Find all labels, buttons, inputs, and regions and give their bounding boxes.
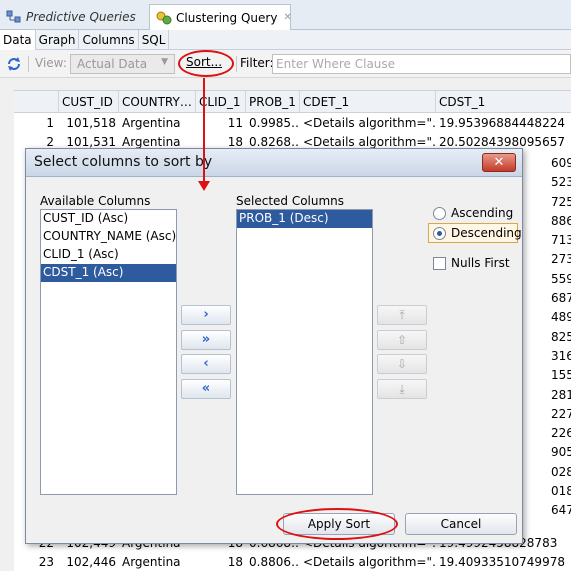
column-header[interactable]: COUNTRY… (119, 91, 196, 113)
row-number: 23 (38, 555, 54, 569)
cell-cdst: 19.95396884448224 (439, 116, 565, 130)
tab-sql[interactable]: SQL (139, 30, 170, 50)
toolbar: View: Actual Data ▼ Sort... Filter: Ente… (0, 50, 571, 78)
cdst-fragment: 90503 (551, 445, 571, 460)
cdst-fragment: 22733 (551, 406, 571, 421)
cancel-button[interactable]: Cancel (405, 513, 517, 535)
list-item[interactable]: PROB_1 (Desc) (237, 210, 372, 228)
document-tab-bar: Predictive Queries Clustering Query ✕ (0, 0, 571, 30)
dialog-title: Select columns to sort by (34, 154, 213, 170)
available-columns-list[interactable]: CUST_ID (Asc) COUNTRY_NAME (Asc) CLID_1 … (40, 209, 177, 495)
row-number: 1 (46, 116, 54, 130)
list-item[interactable]: CLID_1 (Asc) (41, 246, 176, 264)
tab-label: Clustering Query (176, 10, 278, 25)
view-label: View: (35, 56, 67, 70)
annotation-arrow-line (203, 78, 205, 183)
cdst-fragment: 52303 (551, 175, 571, 190)
cell-cust-id: 102,446 (66, 555, 116, 569)
toolbar-separator (28, 56, 29, 72)
tab-clustering-query[interactable]: Clustering Query ✕ (149, 4, 292, 30)
cell-cdet: <Details algorithm="… (303, 555, 436, 569)
move-all-right-button[interactable]: » (181, 330, 231, 350)
column-header[interactable]: CDST_1 (436, 91, 571, 113)
cdst-fragment: 6871 (551, 291, 571, 306)
move-left-button[interactable]: ‹ (181, 354, 231, 374)
cdst-fragment: 2818 (551, 387, 571, 402)
hidden-cdst-fragments: 60985 52303 7256 8868 71393 27365 55935 … (551, 154, 571, 544)
move-all-left-button[interactable]: « (181, 379, 231, 399)
sub-tab-bar: Data Graph Columns SQL (0, 30, 571, 50)
cdst-fragment: 64778 (551, 503, 571, 518)
move-right-button[interactable]: › (181, 305, 231, 325)
sort-annotation-circle (178, 50, 234, 77)
cdst-fragment: 02862 (551, 464, 571, 479)
cdst-fragment: 60985 (551, 156, 571, 170)
cdst-fragment: 27365 (551, 252, 571, 267)
filter-label: Filter: (240, 56, 274, 70)
close-tab-icon[interactable]: ✕ (283, 12, 291, 23)
view-select-value: Actual Data (77, 57, 148, 71)
cell-prob: 0.8806… (249, 555, 300, 569)
tab-label: Predictive Queries (26, 10, 136, 24)
list-item[interactable]: COUNTRY_NAME (Asc) (41, 228, 176, 246)
column-header[interactable]: PROB_1 (246, 91, 300, 113)
annotation-arrow-head (198, 181, 210, 191)
cdst-fragment: 1557 (551, 368, 571, 383)
cdst-fragment: 55935 (551, 271, 571, 286)
tab-columns[interactable]: Columns (79, 30, 139, 50)
filter-input[interactable]: Enter Where Clause (272, 54, 571, 74)
tab-graph[interactable]: Graph (36, 30, 80, 50)
selected-columns-label: Selected Columns (236, 194, 345, 208)
cdst-fragment: 7256 (551, 194, 571, 209)
move-down-button[interactable]: ⇩ (377, 354, 427, 374)
cell-prob: 0.9985… (249, 116, 300, 130)
table-row[interactable]: 1 101,518 Argentina 11 0.9985… <Details … (14, 114, 571, 133)
move-top-button[interactable]: ⤒ (377, 305, 427, 325)
refresh-icon[interactable] (5, 55, 23, 73)
ascending-radio[interactable] (433, 207, 446, 220)
table-row[interactable]: 23 102,446 Argentina 18 0.8806… <Details… (14, 553, 571, 571)
nulls-first-label: Nulls First (451, 256, 510, 270)
move-bottom-button[interactable]: ⤓ (377, 379, 427, 399)
list-item[interactable]: CUST_ID (Asc) (41, 210, 176, 228)
tab-predictive-queries[interactable]: Predictive Queries (0, 4, 148, 30)
clustering-query-icon (156, 11, 172, 25)
cdst-fragment: 01802 (551, 484, 571, 499)
sort-dialog: Select columns to sort by ✕ Available Co… (25, 148, 523, 544)
cell-cust-id: 101,518 (66, 116, 116, 130)
row-number-header (14, 91, 59, 113)
descending-label: Descending (451, 226, 522, 240)
cell-country: Argentina (122, 116, 181, 130)
cdst-fragment: 31672 (551, 348, 571, 363)
cdst-fragment: 48908 (551, 310, 571, 325)
tab-data[interactable]: Data (0, 30, 36, 50)
cdst-fragment: 8868 (551, 213, 571, 228)
move-up-button[interactable]: ⇧ (377, 330, 427, 350)
cdst-fragment: 82508 (551, 329, 571, 344)
cdst-fragment: 22612 (551, 426, 571, 441)
toolbar-separator (236, 56, 237, 72)
grid-header: CUST_ID COUNTRY… CLID_1 PROB_1 CDET_1 CD… (14, 91, 571, 113)
column-header[interactable]: CDET_1 (300, 91, 436, 113)
cell-cdst: 19.40933510749978 (439, 555, 565, 569)
cell-clid: 18 (227, 555, 243, 569)
close-icon[interactable]: ✕ (482, 153, 516, 172)
ascending-label: Ascending (451, 206, 514, 220)
dialog-title-bar[interactable]: Select columns to sort by ✕ (26, 149, 522, 177)
available-columns-label: Available Columns (40, 194, 151, 208)
nulls-first-checkbox[interactable] (433, 257, 446, 270)
cell-country: Argentina (122, 555, 181, 569)
apply-sort-annotation-circle (276, 508, 398, 540)
chevron-down-icon: ▼ (161, 57, 168, 67)
list-item[interactable]: CDST_1 (Asc) (41, 264, 176, 282)
cdst-fragment: 71393 (551, 233, 571, 248)
predictive-queries-icon (6, 10, 22, 24)
view-select[interactable]: Actual Data ▼ (70, 54, 175, 74)
descending-radio[interactable] (433, 227, 446, 240)
cell-cdet: <Details algorithm="… (303, 116, 436, 130)
selected-columns-list[interactable]: PROB_1 (Desc) (236, 209, 373, 495)
column-header[interactable]: CUST_ID (59, 91, 119, 113)
